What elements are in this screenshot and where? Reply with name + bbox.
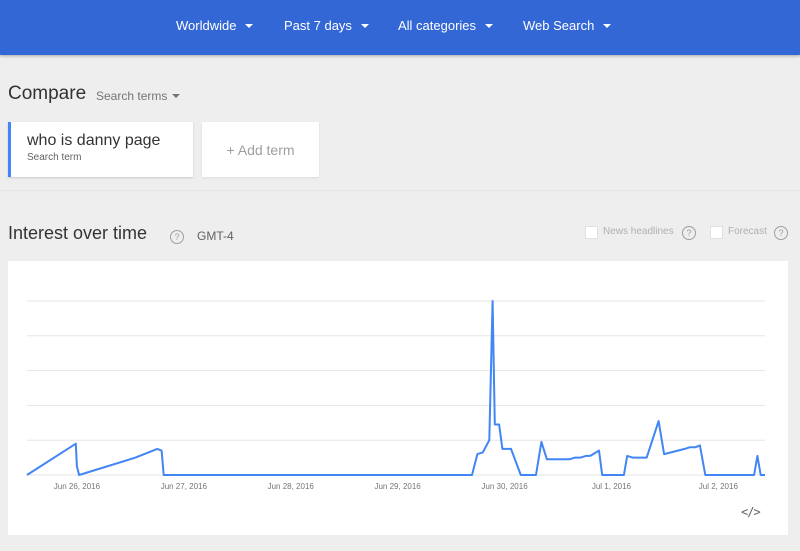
chevron-down-icon (245, 24, 254, 28)
category-filter-dropdown[interactable]: All categories (398, 16, 494, 36)
top-filter-bar: Worldwide Past 7 days All categories Web… (0, 0, 800, 55)
x-tick-label: Jun 28, 2016 (268, 482, 315, 491)
x-tick-label: Jul 2, 2016 (699, 482, 739, 491)
compare-heading: Compare (8, 83, 87, 104)
embed-code-icon[interactable]: </> (741, 505, 761, 519)
x-tick-label: Jun 29, 2016 (374, 482, 421, 491)
search-type-filter-dropdown[interactable]: Web Search (523, 16, 612, 36)
category-filter-label: All categories (398, 18, 477, 33)
add-term-button[interactable]: + Add term (202, 122, 319, 177)
x-tick-label: Jun 27, 2016 (161, 482, 208, 491)
interest-chart-card: Jun 26, 2016 Jun 27, 2016 Jun 28, 2016 Jun … (8, 261, 788, 535)
add-term-label: + Add term (226, 141, 295, 158)
chevron-down-icon (360, 24, 369, 28)
time-range-filter-label: Past 7 days (284, 18, 352, 33)
news-headlines-checkbox[interactable] (585, 226, 598, 239)
search-type-filter-label: Web Search (523, 18, 595, 33)
interest-line-chart: Jun 26, 2016 Jun 27, 2016 Jun 28, 2016 Jun … (26, 300, 765, 491)
location-filter-label: Worldwide (176, 18, 237, 33)
search-terms-dropdown[interactable]: Search terms (96, 89, 181, 103)
forecast-checkbox[interactable] (710, 226, 723, 239)
help-icon[interactable]: ? (682, 226, 696, 240)
location-filter-dropdown[interactable]: Worldwide (176, 16, 254, 36)
time-range-filter-dropdown[interactable]: Past 7 days (284, 16, 369, 36)
interest-over-time-heading: Interest over time (8, 223, 148, 243)
search-term-value[interactable]: who is danny page (27, 132, 160, 150)
series-line[interactable] (26, 300, 765, 476)
help-icon[interactable]: ? (170, 230, 184, 244)
section-divider (0, 190, 800, 191)
search-terms-label: Search terms (96, 89, 168, 103)
timezone-label: GMT-4 (197, 229, 234, 243)
x-tick-label: Jul 1, 2016 (592, 482, 632, 491)
search-term-card[interactable]: who is danny page Search term (8, 122, 193, 177)
search-term-sublabel: Search term (27, 152, 82, 163)
forecast-label: Forecast (728, 226, 767, 237)
x-tick-label: Jun 30, 2016 (481, 482, 528, 491)
chevron-down-icon (172, 94, 181, 98)
x-tick-label: Jun 26, 2016 (54, 482, 101, 491)
news-headlines-label: News headlines (603, 226, 674, 237)
help-icon[interactable]: ? (774, 226, 788, 240)
chevron-down-icon (603, 24, 612, 28)
chevron-down-icon (485, 24, 494, 28)
